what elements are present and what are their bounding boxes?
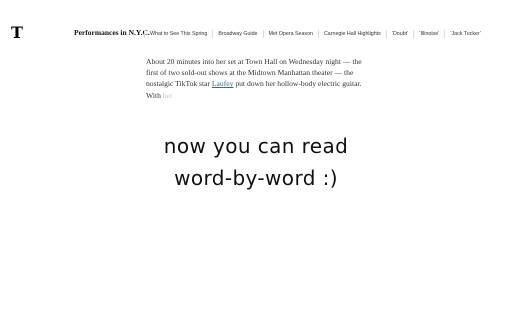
- nav-item-doubt[interactable]: ‘Doubt’: [385, 30, 414, 38]
- nav-item-met-opera[interactable]: Met Opera Season: [262, 30, 318, 38]
- overlay-caption-line-2: word-by-word :): [174, 166, 338, 190]
- laufey-link[interactable]: Laufey: [212, 79, 234, 88]
- nyt-logo-icon[interactable]: T: [8, 24, 26, 42]
- nav-item-jack-tucker[interactable]: ‘Jack Tucker’: [444, 30, 486, 38]
- section-title[interactable]: Performances in N.Y.C.: [74, 28, 150, 37]
- nav-item-carnegie-hall[interactable]: Carnegie Hall Highlights: [317, 30, 386, 38]
- nav-item-broadway-guide[interactable]: Broadway Guide: [212, 30, 262, 38]
- top-navigation-bar: T Performances in N.Y.C. What to See Thi…: [0, 22, 512, 44]
- article-paragraph: About 20 minutes into her set at Town Ha…: [146, 56, 368, 101]
- nav-item-illinoise[interactable]: ‘Illinoise’: [413, 30, 444, 38]
- overlay-caption: now you can read word-by-word :): [0, 130, 512, 194]
- nav-item-what-to-see[interactable]: What to See This Spring: [144, 30, 212, 38]
- section-nav: What to See This Spring Broadway Guide M…: [144, 27, 486, 41]
- faded-next-word: her: [162, 90, 173, 100]
- overlay-caption-line-1: now you can read: [163, 134, 349, 158]
